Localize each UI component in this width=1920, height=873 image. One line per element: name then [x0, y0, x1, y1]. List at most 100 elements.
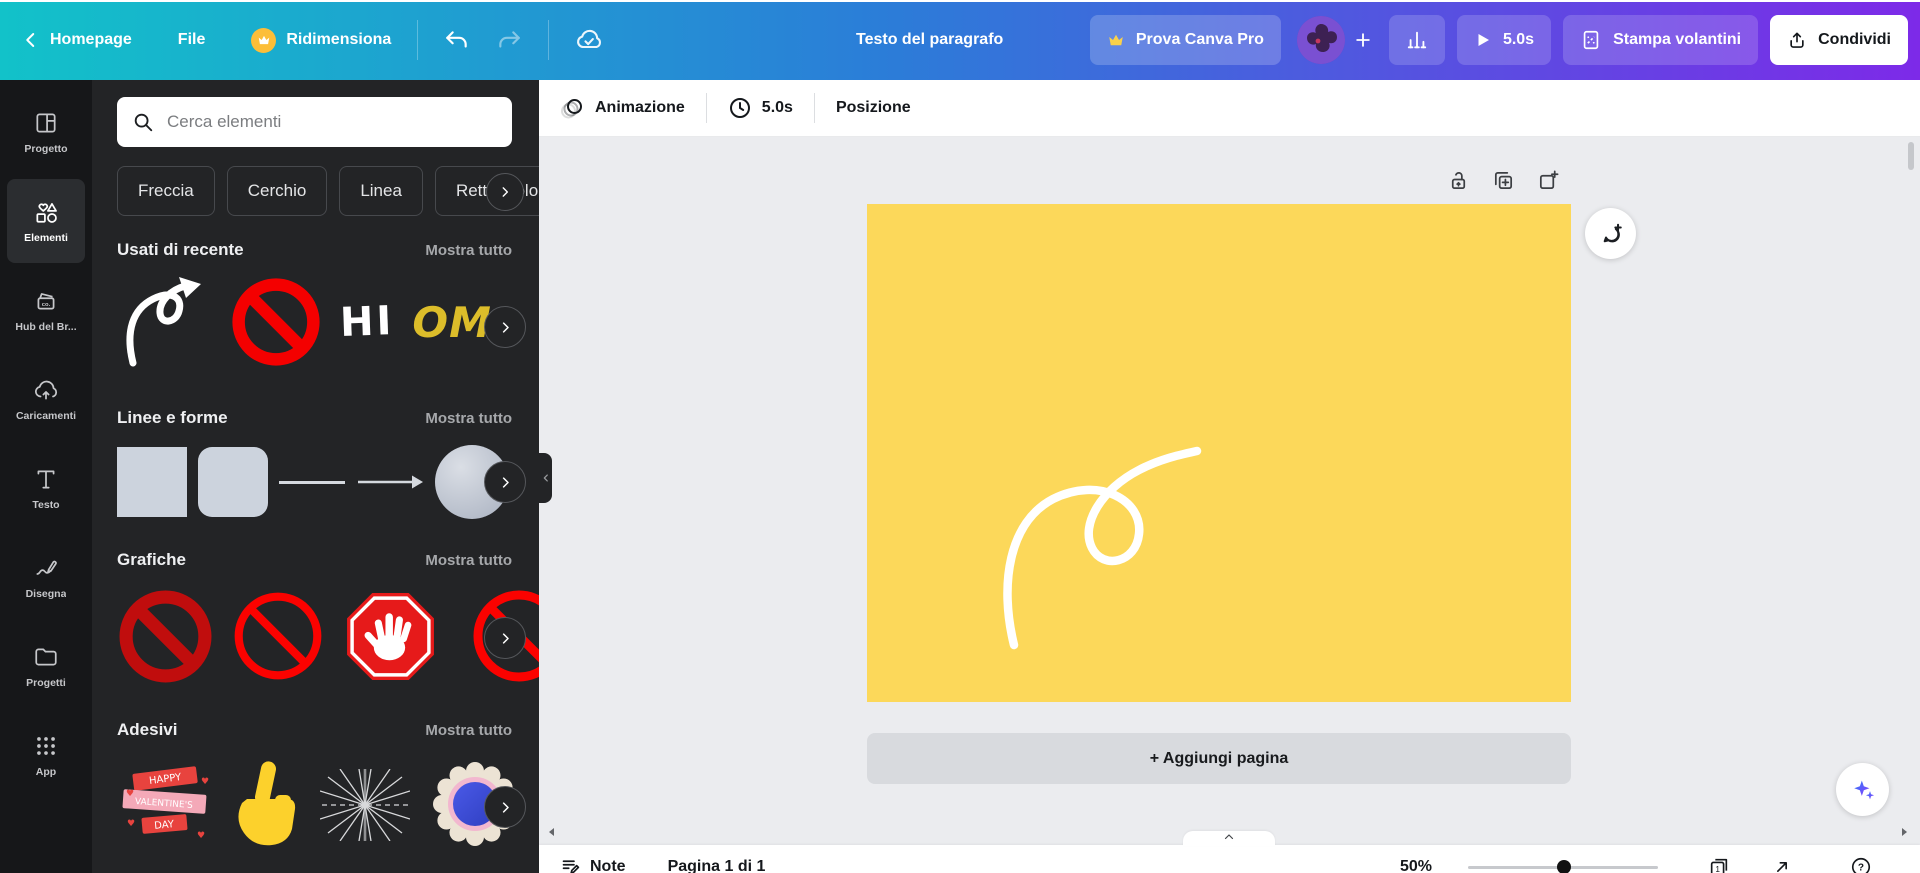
undo-button[interactable] [444, 27, 470, 53]
zoom-slider-thumb[interactable] [1557, 860, 1571, 873]
present-button[interactable]: 5.0s [1457, 15, 1551, 65]
prohibition-dark-thumb[interactable] [117, 588, 214, 685]
add-page-icon[interactable] [1537, 169, 1560, 192]
animate-button[interactable]: Animazione [561, 80, 706, 136]
separator [417, 20, 418, 60]
stickers-row: HAPPY VALENTINE'S DAY ♥ ♥ ♥ ♥ [117, 756, 523, 853]
recent-om-text-thumb[interactable]: OM [412, 298, 492, 347]
chip-arrow[interactable]: Freccia [117, 166, 215, 216]
curved-arrow-element[interactable] [867, 204, 1571, 702]
sidebar-item-design[interactable]: Progetto [7, 90, 85, 174]
animate-icon [561, 96, 585, 120]
recent-row: HI OM [117, 272, 492, 372]
resize-button[interactable]: Ridimensiona [251, 28, 391, 53]
lock-icon[interactable] [1447, 169, 1470, 192]
graphics-show-all-link[interactable]: Mostra tutto [425, 552, 512, 569]
duplicate-page-icon[interactable] [1492, 169, 1515, 192]
recent-prohibition-thumb[interactable] [230, 276, 322, 368]
recent-hi-text-thumb[interactable]: HI [339, 298, 395, 346]
design-page[interactable] [867, 204, 1571, 702]
stickers-scroll-right-button[interactable] [484, 786, 526, 828]
file-menu[interactable]: File [178, 31, 206, 49]
lines-scroll-right-button[interactable] [484, 461, 526, 503]
stickers-show-all-link[interactable]: Mostra tutto [425, 722, 512, 739]
position-button[interactable]: Posizione [815, 80, 932, 136]
fullscreen-icon[interactable] [1772, 857, 1792, 873]
zoom-slider[interactable] [1468, 860, 1658, 873]
recent-show-all-link[interactable]: Mostra tutto [425, 242, 512, 259]
cloud-save-status[interactable] [575, 26, 603, 54]
add-page-button[interactable]: + Aggiungi pagina [867, 733, 1571, 784]
share-button[interactable]: Condividi [1770, 15, 1908, 65]
stop-sign-hand-thumb[interactable] [342, 588, 439, 685]
page-indicator[interactable]: Pagina 1 di 1 [668, 858, 766, 873]
back-button[interactable]: Homepage [22, 31, 132, 49]
avatar[interactable] [1297, 16, 1345, 64]
hscroll-right-arrow[interactable] [1898, 826, 1910, 838]
magic-assistant-button[interactable] [1836, 763, 1889, 816]
folder-icon [33, 644, 59, 670]
print-flyer-icon [1580, 29, 1602, 51]
chip-circle[interactable]: Cerchio [227, 166, 328, 216]
help-icon[interactable]: ? [1850, 856, 1872, 873]
back-chevron-icon [22, 31, 40, 49]
draw-icon [33, 555, 59, 581]
clock-icon [728, 96, 752, 120]
recent-curved-arrow-thumb[interactable] [117, 275, 212, 370]
pointing-hand-sticker-thumb[interactable] [230, 757, 302, 852]
insights-button[interactable] [1389, 15, 1445, 65]
window-top-strip [0, 0, 1920, 2]
prohibition-bright-thumb[interactable] [232, 590, 324, 682]
zoom-percent[interactable]: 50% [1400, 858, 1432, 873]
sidebar-item-projects[interactable]: Progetti [7, 624, 85, 708]
arrow-line-thumb[interactable] [356, 472, 424, 492]
notes-button[interactable]: Note [590, 858, 626, 873]
sidebar-item-apps[interactable]: App [7, 713, 85, 797]
bottom-bar-right: 50% 1 ? [1400, 856, 1872, 873]
chip-line[interactable]: Linea [339, 166, 423, 216]
vertical-scrollbar-thumb[interactable] [1908, 142, 1914, 170]
collapse-bottombar-tab[interactable] [1183, 831, 1275, 846]
hscroll-left-arrow[interactable] [546, 826, 558, 838]
sidebar-item-text[interactable]: Testo [7, 446, 85, 530]
graphics-row [117, 586, 539, 686]
line-thumb[interactable] [279, 481, 345, 484]
try-pro-button[interactable]: Prova Canva Pro [1090, 15, 1281, 65]
recent-scroll-right-button[interactable] [484, 306, 526, 348]
brand-hub-icon: co. [33, 288, 59, 314]
sidebar-item-draw[interactable]: Disegna [7, 535, 85, 619]
search-box[interactable] [117, 97, 512, 147]
bottom-bar: Note Pagina 1 di 1 50% 1 ? [539, 845, 1920, 873]
print-flyers-button[interactable]: Stampa volantini [1563, 15, 1758, 65]
chips-scroll-right-button[interactable] [486, 173, 524, 211]
redo-button[interactable] [496, 27, 522, 53]
timing-button[interactable]: 5.0s [707, 80, 814, 136]
page-controls [1447, 169, 1560, 192]
account-group [1293, 16, 1377, 64]
panel-collapse-handle[interactable] [539, 453, 552, 503]
text-icon [33, 466, 59, 492]
side-nav: Progetto Elementi co. Hub del Br... Cari… [0, 80, 92, 873]
starburst-sticker-thumb[interactable] [320, 769, 410, 841]
comment-button[interactable] [1585, 208, 1636, 259]
graphics-scroll-right-button[interactable] [484, 617, 526, 659]
section-stickers-header: Adesivi Mostra tutto [117, 720, 512, 740]
top-bar-left: Homepage File Ridimensiona [22, 20, 603, 60]
search-chips: Freccia Cerchio Linea Rettangolo [117, 166, 539, 216]
lines-shapes-row [117, 444, 509, 520]
sidebar-item-brand-hub[interactable]: co. Hub del Br... [7, 268, 85, 352]
lines-show-all-link[interactable]: Mostra tutto [425, 410, 512, 427]
document-title[interactable]: Testo del paragrafo [856, 31, 1003, 49]
rounded-square-shape-thumb[interactable] [198, 447, 268, 517]
uploads-cloud-icon [33, 377, 59, 403]
valentine-sticker-thumb[interactable]: HAPPY VALENTINE'S DAY ♥ ♥ ♥ ♥ [117, 760, 212, 850]
duration-label: 5.0s [1503, 31, 1534, 49]
invite-plus-button[interactable] [1353, 30, 1373, 50]
sidebar-item-uploads[interactable]: Caricamenti [7, 357, 85, 441]
search-input[interactable] [165, 111, 497, 133]
square-shape-thumb[interactable] [117, 447, 187, 517]
sidebar-item-elements[interactable]: Elementi [7, 179, 85, 263]
pages-view-icon[interactable]: 1 [1708, 856, 1730, 873]
separator [548, 20, 549, 60]
homepage-label: Homepage [50, 31, 132, 49]
